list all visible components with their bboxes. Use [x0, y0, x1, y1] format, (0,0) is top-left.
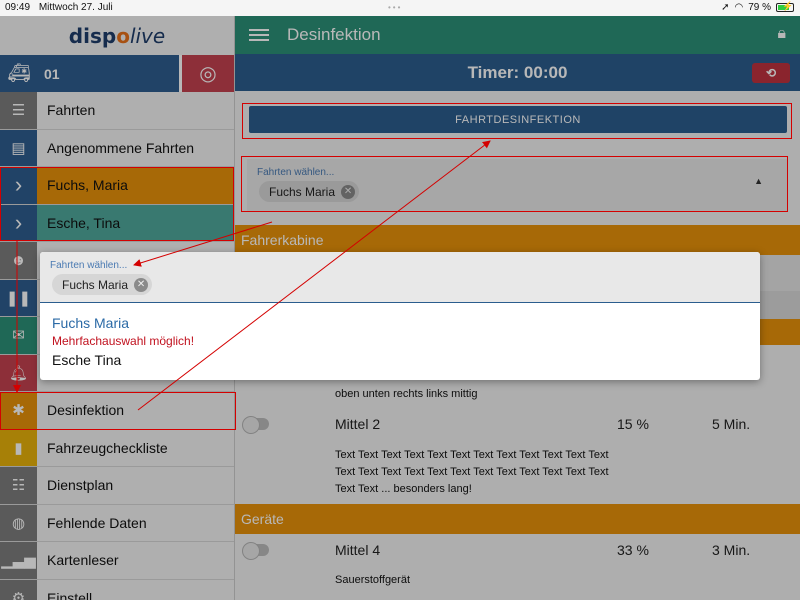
sidebar-item-kartenleser[interactable]: ▁▃▅ Kartenleser — [0, 542, 234, 580]
popup-hint: Fahrten wählen... — [50, 260, 128, 271]
chip-remove-icon[interactable]: ✕ — [134, 277, 149, 292]
popup-select-field[interactable]: Fahrten wählen... Fuchs Maria ✕ — [40, 252, 760, 303]
disinfectant-row: Mittel 2 15 % 5 Min. — [235, 407, 800, 441]
sidebar-item-label: Angenommene Fahrten — [47, 139, 195, 156]
sidebar-item-fahrten[interactable]: ☰ Fahrten — [0, 92, 234, 130]
sidebar-item-fehlende-daten[interactable]: ◍ Fehlende Daten — [0, 504, 234, 542]
status-bar: 09:49 Mittwoch 27. Juli ••• ➚ ◠ 79 % ⚡ — [0, 0, 800, 16]
trip-select-hint: Fahrten wählen... — [257, 167, 335, 178]
pause-icon: ❚❚ — [0, 279, 37, 316]
sidebar-item-label: Dienstplan — [47, 477, 114, 494]
popup-selected-chip[interactable]: Fuchs Maria ✕ — [52, 274, 153, 295]
battery-icon: ⚡ — [776, 1, 794, 12]
location-icon: ➚ — [721, 2, 730, 13]
item-description: oben unten rechts links mittig — [335, 388, 478, 400]
multitasking-dots[interactable]: ••• — [388, 4, 402, 12]
signal-icon: ▁▃▅ — [0, 542, 37, 579]
agent-duration: 5 Min. — [712, 416, 751, 432]
trip-select-popup: Fahrten wählen... Fuchs Maria ✕ Fuchs Ma… — [40, 252, 760, 380]
chevron-right-icon: › — [0, 167, 37, 204]
sidebar-item-esche-tina[interactable]: › Esche, Tina — [0, 204, 234, 242]
sidebar-item-label: Desinfektion — [47, 402, 125, 419]
agent-percent: 15 % — [617, 416, 649, 432]
sidebar-item-angenommene-fahrten[interactable]: ▤ Angenommene Fahrten — [0, 129, 234, 167]
app-logo: disp o live — [68, 23, 166, 48]
history-button[interactable]: ⟲ — [752, 63, 790, 83]
item-description: Sauerstoffgerät — [335, 574, 411, 586]
hamburger-menu-icon[interactable] — [249, 29, 269, 41]
agent-name: Mittel 4 — [335, 542, 381, 558]
disinfectant-row: Mittel 4 33 % 3 Min. — [235, 533, 800, 567]
top-bar: Desinfektion 🔒︎ — [235, 16, 800, 54]
gear-icon: ⚙ — [0, 579, 37, 600]
vehicle-number: 01 — [44, 65, 60, 82]
chip-remove-icon[interactable]: ✕ — [341, 184, 356, 199]
id-card-icon: ▤ — [0, 129, 37, 166]
option-esche-tina[interactable]: Esche Tina — [52, 352, 121, 368]
ambulance-icon: 🚑︎ — [7, 63, 31, 83]
bug-icon: ✱ — [0, 392, 37, 429]
envelope-icon: ✉ — [0, 317, 37, 354]
sidebar-item-desinfektion[interactable]: ✱ Desinfektion — [0, 392, 234, 430]
sidebar-item-label: Kartenleser — [47, 552, 119, 569]
section-geraete: Geräte — [235, 504, 800, 534]
users-icon: ☻ — [0, 242, 37, 279]
page-title: Desinfektion — [287, 25, 381, 44]
sidebar-item-label: Einstell — [47, 589, 93, 600]
selected-trip-chip[interactable]: Fuchs Maria ✕ — [259, 181, 360, 202]
chip-label: Fuchs Maria — [62, 277, 129, 292]
list-icon: ☰ — [0, 92, 37, 129]
row-toggle[interactable] — [242, 416, 269, 434]
list-alt-icon: ☷ — [0, 467, 37, 504]
chip-label: Fuchs Maria — [269, 184, 336, 199]
option-fuchs-maria[interactable]: Fuchs Maria — [52, 315, 129, 331]
agent-name: Mittel 2 — [335, 416, 381, 432]
wifi-icon: ◠ — [734, 2, 744, 13]
dropdown-caret-icon[interactable]: ▲ — [754, 176, 763, 186]
sidebar-item-label: Fahrzeugcheckliste — [47, 439, 168, 456]
lock-icon[interactable]: 🔒︎ — [777, 25, 786, 43]
agent-percent: 33 % — [617, 542, 649, 558]
bell-icon: 🔔︎ — [0, 354, 37, 391]
sidebar-item-label: Esche, Tina — [47, 214, 121, 231]
charging-bolt-icon: ⚡ — [782, 1, 794, 11]
sidebar-item-fahrzeugcheckliste[interactable]: ▮ Fahrzeugcheckliste — [0, 429, 234, 467]
sidebar-item-label: Fuchs, Maria — [47, 177, 128, 194]
battery-percent: 79 % — [748, 2, 771, 13]
database-icon: ◍ — [0, 504, 37, 541]
fahrtdesinfektion-button[interactable]: FAHRTDESINFEKTION — [249, 106, 787, 133]
sidebar-item-label: Fehlende Daten — [47, 514, 147, 531]
agent-duration: 3 Min. — [712, 542, 751, 558]
sidebar-item-fuchs-maria[interactable]: › Fuchs, Maria — [0, 167, 234, 205]
timer-label: Timer: 00:00 — [467, 62, 568, 82]
status-date: Mittwoch 27. Juli — [38, 2, 113, 13]
book-icon: ▮ — [0, 429, 37, 466]
sidebar-item-label: Fahrten — [47, 102, 96, 119]
history-icon: ⟲ — [765, 66, 777, 80]
sidebar-item-einstell[interactable]: ⚙ Einstell — [0, 579, 234, 600]
vehicle-row[interactable]: 🚑︎ 01 ◎ — [0, 55, 234, 92]
sidebar-item-dienstplan[interactable]: ☷ Dienstplan — [0, 467, 234, 505]
row-toggle[interactable] — [242, 542, 269, 560]
section-fahrerkabine: Fahrerkabine — [235, 225, 800, 255]
status-time: 09:49 — [5, 2, 31, 13]
multi-select-note: Mehrfachauswahl möglich! — [52, 334, 195, 348]
chevron-right-icon: › — [0, 204, 37, 241]
timer-bar: Timer: 00:00 ⟲ — [235, 54, 800, 91]
radar-icon[interactable]: ◎ — [179, 55, 234, 92]
trip-select[interactable]: Fahrten wählen... Fuchs Maria ✕ ▲ — [247, 159, 787, 212]
item-description: Text Text Text Text Text Text Text Text … — [335, 449, 609, 495]
